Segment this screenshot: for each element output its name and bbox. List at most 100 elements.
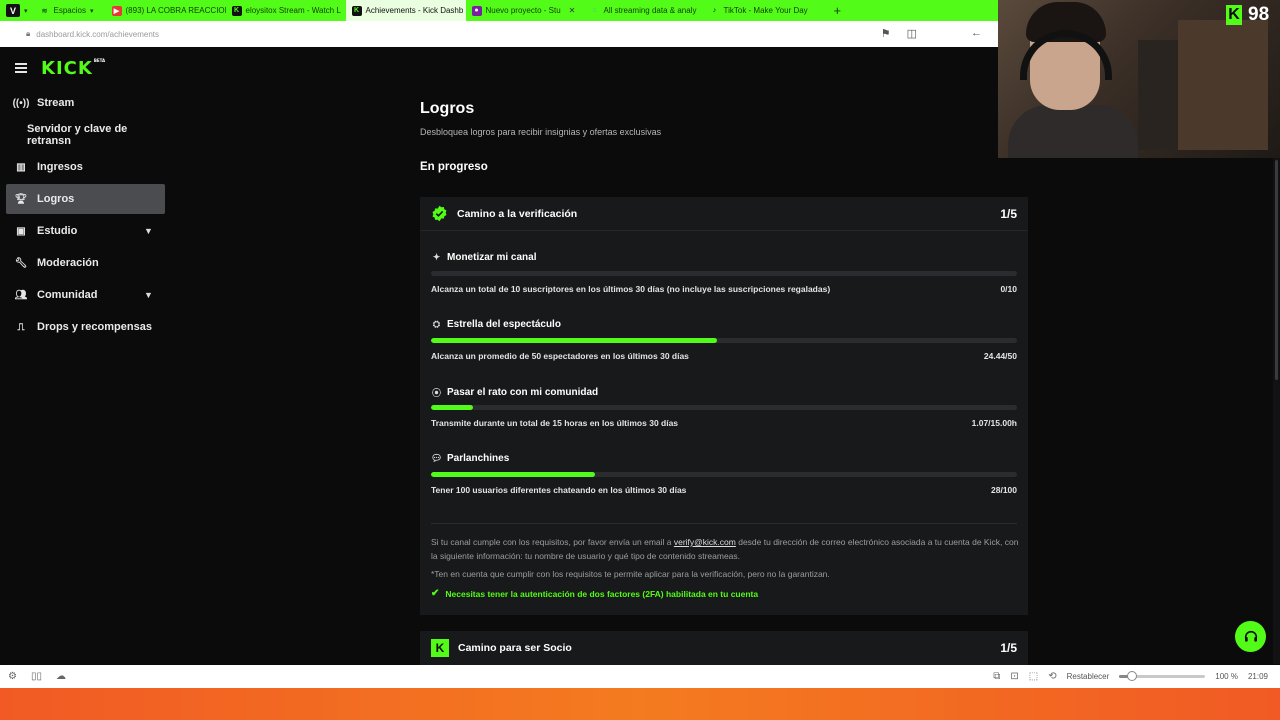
wrench-icon: 🔧︎	[14, 257, 28, 269]
page-subtitle: Desbloquea logros para recibir insignias…	[420, 127, 662, 137]
clock: 21:09	[1247, 672, 1268, 681]
capture-icon[interactable]: ⧉	[993, 671, 1000, 682]
zoom-slider-knob[interactable]	[1127, 671, 1138, 681]
bookmark-icon[interactable]: ⚑	[881, 27, 891, 40]
sidebar-toggle-icon[interactable]: ◫	[907, 27, 917, 40]
youtube-icon: ▶	[111, 5, 122, 16]
url-host: dashboard.kick.com	[36, 29, 108, 39]
drops-icon: ⎍	[17, 321, 25, 333]
chevron-down-icon[interactable]: ▼	[144, 226, 153, 236]
broadcast-icon: ((•))	[12, 97, 30, 109]
zoom-reset-button[interactable]: Restablecer	[1067, 672, 1110, 681]
sidebar-item-comunidad[interactable]: 👥︎ Comunidad ▼	[0, 280, 170, 310]
zoom-level: 100 %	[1215, 672, 1238, 681]
url-path: /achievements	[107, 29, 160, 39]
task-stream-hours: ⦿ Pasar el rato con mi comunidad Transmi…	[431, 386, 1017, 428]
kick-icon: K	[351, 5, 362, 16]
tab-kick-stream[interactable]: K eloysitox Stream - Watch L	[226, 0, 346, 21]
tab-tiktok[interactable]: ♪ TikTok - Make Your Day	[704, 0, 822, 21]
divider	[431, 523, 1017, 524]
progress-fill	[431, 405, 473, 410]
browser-menu-button[interactable]: V	[6, 4, 20, 17]
address-bar-actions: ⚑ ◫ ←	[881, 27, 982, 40]
card-progress-count: 1/5	[1000, 206, 1017, 221]
overlay-counter-value: 98	[1248, 4, 1270, 25]
sidebar-item-ingresos[interactable]: ▥ Ingresos	[0, 152, 170, 182]
tile-icon[interactable]: ⬚	[1029, 671, 1038, 682]
kick-icon: K	[1226, 5, 1242, 25]
scrollbar-thumb[interactable]	[1275, 160, 1278, 380]
achievement-card-partner[interactable]: K Camino para ser Socio 1/5	[420, 631, 1028, 665]
zoom-slider[interactable]	[1119, 671, 1206, 681]
kick-icon: K	[431, 639, 449, 657]
panels-icon[interactable]: ▯▯	[31, 671, 42, 682]
tab-achievements[interactable]: K Achievements - Kick Dashb	[345, 0, 466, 21]
hamburger-menu-icon[interactable]	[15, 63, 27, 73]
community-icon: 👥︎	[14, 289, 28, 301]
twofa-text: Necesitas tener la autenticación de dos …	[445, 588, 759, 599]
logo-text: KICK	[41, 58, 93, 79]
tiktok-icon: ♪	[712, 7, 717, 14]
task-viewers: ⛭ Estrella del espectáculo Alcanza un pr…	[431, 319, 1017, 361]
settings-icon[interactable]: ⚙	[8, 671, 17, 682]
sidebar-item-moderacion[interactable]: 🔧︎ Moderación	[0, 248, 170, 278]
sidebar-item-drops[interactable]: ⎍ Drops y recompensas	[0, 312, 170, 342]
lock-icon: 🔒︎	[26, 29, 31, 38]
card-header[interactable]: Camino a la verificación 1/5	[420, 197, 1028, 231]
page-title: Logros	[420, 100, 475, 117]
task-chatters: 💬︎ Parlanchines Tener 100 usuarios difer…	[431, 453, 1017, 495]
cloud-icon[interactable]: ☁	[56, 671, 66, 682]
chevron-down-icon[interactable]: ▾	[24, 7, 28, 15]
sidebar-item-label: Servidor y clave de retransn	[27, 123, 128, 147]
overlay-counter: K 98	[1226, 4, 1269, 26]
tab-label: Espacios	[53, 6, 86, 15]
layers-icon: ≋	[41, 7, 48, 15]
kick-logo[interactable]: KICKBETA	[41, 58, 105, 79]
screenshot-icon[interactable]: ⊡	[1010, 671, 1018, 682]
new-tab-button[interactable]: +	[834, 3, 842, 18]
kick-icon: K	[231, 5, 242, 16]
address-bar[interactable]: 🔒︎ dashboard.kick.com /achievements ⚑ ◫ …	[0, 21, 1000, 47]
chevron-down-icon[interactable]: ▼	[144, 290, 153, 300]
tab-streaming-data[interactable]: ◌ All streaming data & analy	[584, 0, 704, 21]
tab-espacios[interactable]: ≋ Espacios ▾	[34, 0, 106, 21]
verify-email-link[interactable]: verify@kick.com	[674, 537, 736, 547]
sidebar-item-stream[interactable]: ((•)) Stream	[0, 88, 170, 118]
sidebar-item-logros[interactable]: 🏆︎ Logros	[6, 184, 165, 214]
tab-studio[interactable]: ● Nuevo proyecto - Stu ✕	[466, 0, 584, 21]
tab-youtube[interactable]: ▶ (893) LA COBRA REACCIONA	[106, 0, 226, 21]
sidebar: ((•)) Stream Servidor y clave de retrans…	[0, 88, 170, 344]
headset-icon	[1244, 630, 1257, 642]
sparkle-icon: ✦	[432, 252, 441, 262]
viewers-icon: ⛭	[432, 319, 441, 329]
browser-status-bar: ⚙ ▯▯ ☁ ⧉ ⊡ ⬚ ⟲ Restablecer 100 % 21:09	[0, 665, 1280, 688]
sidebar-item-stream-key[interactable]: Servidor y clave de retransn	[0, 120, 170, 150]
browser-tab-strip: V ▾ ≋ Espacios ▾ ▶ (893) LA COBRA REACCI…	[0, 0, 1000, 21]
page-actions-icon[interactable]: ⟲	[1048, 671, 1056, 682]
task-title: Estrella del espectáculo	[447, 319, 561, 330]
sidebar-item-label: Ingresos	[37, 161, 83, 173]
task-value: 1.07/15.00h	[971, 418, 1017, 428]
progress-bar	[431, 338, 1017, 343]
sidebar-item-estudio[interactable]: ▣ Estudio ▼	[0, 216, 170, 246]
sidebar-item-label: Stream	[37, 97, 75, 109]
back-arrow-icon[interactable]: ←	[971, 27, 982, 40]
verification-note: Si tu canal cumple con los requisitos, p…	[431, 535, 1021, 563]
achievement-card-verification: Camino a la verificación 1/5 ✦ Monetizar…	[420, 197, 1028, 615]
task-monetize: ✦ Monetizar mi canal Alcanza un total de…	[431, 252, 1017, 294]
task-description: Alcanza un promedio de 50 espectadores e…	[431, 351, 689, 361]
close-icon[interactable]: ✕	[569, 6, 576, 15]
app-header: KICKBETA	[0, 47, 1000, 91]
progress-bar	[431, 472, 1017, 477]
studio-icon: ▣	[16, 225, 26, 237]
task-value: 28/100	[991, 485, 1017, 495]
twofa-requirement: ✔ Necesitas tener la autenticación de do…	[431, 588, 758, 599]
support-chat-button[interactable]	[1235, 621, 1266, 652]
webcam-background	[1138, 40, 1178, 150]
task-description: Alcanza un total de 10 suscriptores en l…	[431, 284, 831, 294]
main-content: Logros Desbloquea logros para recibir in…	[420, 100, 1028, 173]
task-value: 24.44/50	[983, 351, 1017, 361]
sidebar-item-label: Drops y recompensas	[37, 321, 152, 333]
verification-disclaimer: *Ten en cuenta que cumplir con los requi…	[431, 569, 830, 579]
webcam-background	[1178, 20, 1268, 150]
